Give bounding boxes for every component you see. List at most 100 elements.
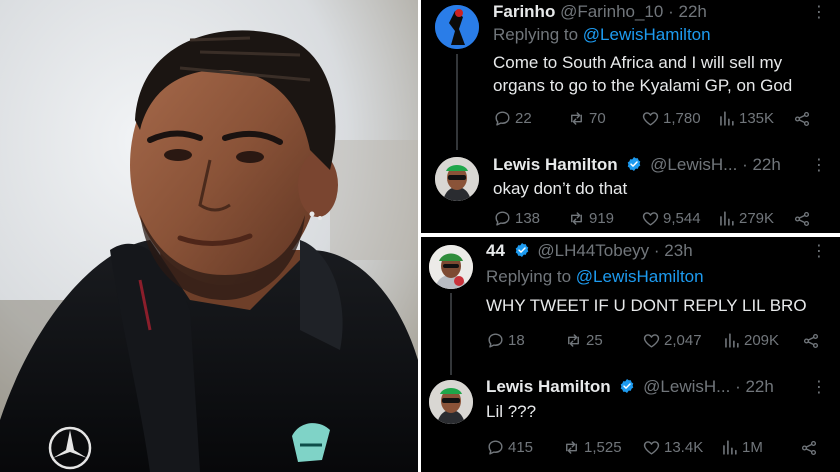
views-button[interactable]: 209K [722, 331, 802, 350]
verified-badge-icon [515, 243, 528, 257]
more-options-icon[interactable]: ⋮ [811, 155, 827, 175]
separator-dot: · [653, 241, 660, 260]
tweet-actions: 415 1,525 13.4K 1M [486, 438, 821, 457]
tweet-header: Farinho @Farinho_10 · 22h [493, 2, 707, 22]
share-icon [794, 211, 810, 226]
share-icon [794, 111, 810, 126]
tweet-farinho[interactable]: Farinho @Farinho_10 · 22h ⋮ Replying to … [421, 0, 840, 150]
like-count: 9,544 [663, 210, 701, 227]
reply-icon [488, 440, 503, 455]
user-handle[interactable]: @LewisH... [643, 377, 730, 396]
share-button[interactable] [793, 110, 814, 128]
repost-icon [568, 334, 579, 347]
reply-count: 18 [508, 332, 525, 349]
heart-icon [642, 112, 659, 126]
views-button[interactable]: 1M [720, 438, 800, 457]
tweet-text: okay don’t do that [493, 179, 628, 198]
share-button[interactable] [793, 210, 814, 228]
share-button[interactable] [800, 439, 821, 457]
more-options-icon[interactable]: ⋮ [811, 377, 827, 397]
avatar-face-icon [429, 245, 473, 289]
timestamp[interactable]: 23h [664, 241, 692, 260]
like-button[interactable]: 2,047 [642, 331, 722, 350]
like-button[interactable]: 9,544 [641, 209, 717, 228]
avatar-farinho[interactable] [435, 5, 479, 49]
tweet-actions: 138 919 9,544 279K [493, 209, 814, 228]
display-name[interactable]: 44 [486, 241, 505, 260]
repost-button[interactable]: 70 [567, 109, 641, 128]
heart-icon [643, 441, 660, 455]
replying-to: Replying to @LewisHamilton [486, 267, 704, 287]
more-options-icon[interactable]: ⋮ [811, 2, 827, 22]
hamilton-photo [0, 0, 418, 472]
display-name[interactable]: Lewis Hamilton [493, 155, 618, 174]
repost-button[interactable]: 25 [564, 331, 642, 350]
tweet-thread-bottom: 44 @LH44Tobeyy · 23h ⋮ Replying to @Lewi… [421, 237, 840, 472]
user-handle[interactable]: @Farinho_10 [560, 2, 663, 21]
repost-count: 70 [589, 110, 606, 127]
reply-button[interactable]: 415 [486, 438, 562, 457]
reply-icon [495, 111, 510, 126]
reply-count: 22 [515, 110, 532, 127]
tweet-lh44tobeyy[interactable]: 44 @LH44Tobeyy · 23h ⋮ Replying to @Lewi… [421, 237, 840, 375]
separator-dot: · [735, 377, 741, 396]
avatar-silhouette-icon [435, 5, 479, 49]
timestamp[interactable]: 22h [745, 377, 773, 396]
like-button[interactable]: 13.4K [642, 438, 720, 457]
reply-mention-link[interactable]: @LewisHamilton [583, 25, 711, 44]
separator-dot: · [742, 155, 748, 174]
thread-line [456, 54, 458, 150]
replying-to: Replying to @LewisHamilton [493, 25, 711, 45]
like-button[interactable]: 1,780 [641, 109, 717, 128]
reply-count: 138 [515, 210, 541, 227]
views-button[interactable]: 279K [717, 209, 793, 228]
replying-to-label: Replying to [493, 25, 579, 44]
views-chart-icon [723, 440, 737, 455]
tweet-lewis-hamilton-2[interactable]: Lewis Hamilton @LewisH... · 22h ⋮ Lil ??… [421, 370, 840, 472]
repost-count: 919 [589, 210, 615, 227]
view-count: 279K [739, 210, 775, 227]
portrait-illustration [0, 0, 418, 472]
tweet-lewis-hamilton-1[interactable]: Lewis Hamilton @LewisH... · 22h ⋮ okay d… [421, 145, 840, 233]
heart-icon [642, 212, 659, 226]
share-button[interactable] [802, 332, 823, 350]
repost-count: 1,525 [584, 439, 622, 456]
verified-badge-icon [628, 157, 641, 171]
reply-button[interactable]: 138 [493, 209, 567, 228]
reply-button[interactable]: 22 [493, 109, 567, 128]
user-handle[interactable]: @LewisH... [650, 155, 737, 174]
repost-button[interactable]: 1,525 [562, 438, 642, 457]
reply-button[interactable]: 18 [486, 331, 564, 350]
views-chart-icon [720, 111, 734, 126]
more-options-icon[interactable]: ⋮ [811, 241, 827, 261]
user-handle[interactable]: @LH44Tobeyy [537, 241, 649, 260]
views-button[interactable]: 135K [717, 109, 793, 128]
thread-line [450, 293, 452, 375]
reply-count: 415 [508, 439, 534, 456]
replying-to-label: Replying to [486, 267, 572, 286]
avatar-lewis-hamilton[interactable] [435, 157, 479, 201]
tweet-header: Lewis Hamilton @LewisH... · 22h [493, 155, 781, 175]
heart-icon [643, 334, 660, 348]
display-name[interactable]: Lewis Hamilton [486, 377, 611, 396]
view-count: 1M [742, 439, 763, 456]
reply-icon [488, 333, 503, 348]
repost-button[interactable]: 919 [567, 209, 641, 228]
avatar-lh44tobeyy[interactable] [429, 245, 473, 289]
timestamp[interactable]: 22h [752, 155, 780, 174]
reply-mention-link[interactable]: @LewisHamilton [576, 267, 704, 286]
separator-dot: · [668, 2, 674, 21]
repost-count: 25 [586, 332, 603, 349]
tweet-header: Lewis Hamilton @LewisH... · 22h [486, 377, 774, 397]
like-count: 13.4K [664, 439, 704, 456]
tweet-actions: 22 70 1,780 135K [493, 109, 814, 128]
timestamp[interactable]: 22h [678, 2, 706, 21]
avatar-lewis-hamilton[interactable] [429, 380, 473, 424]
views-chart-icon [725, 333, 739, 348]
display-name[interactable]: Farinho [493, 2, 555, 21]
repost-icon [566, 441, 577, 454]
avatar-face-icon [435, 157, 479, 201]
reply-icon [495, 211, 510, 226]
views-chart-icon [720, 211, 734, 226]
view-count: 209K [744, 332, 780, 349]
